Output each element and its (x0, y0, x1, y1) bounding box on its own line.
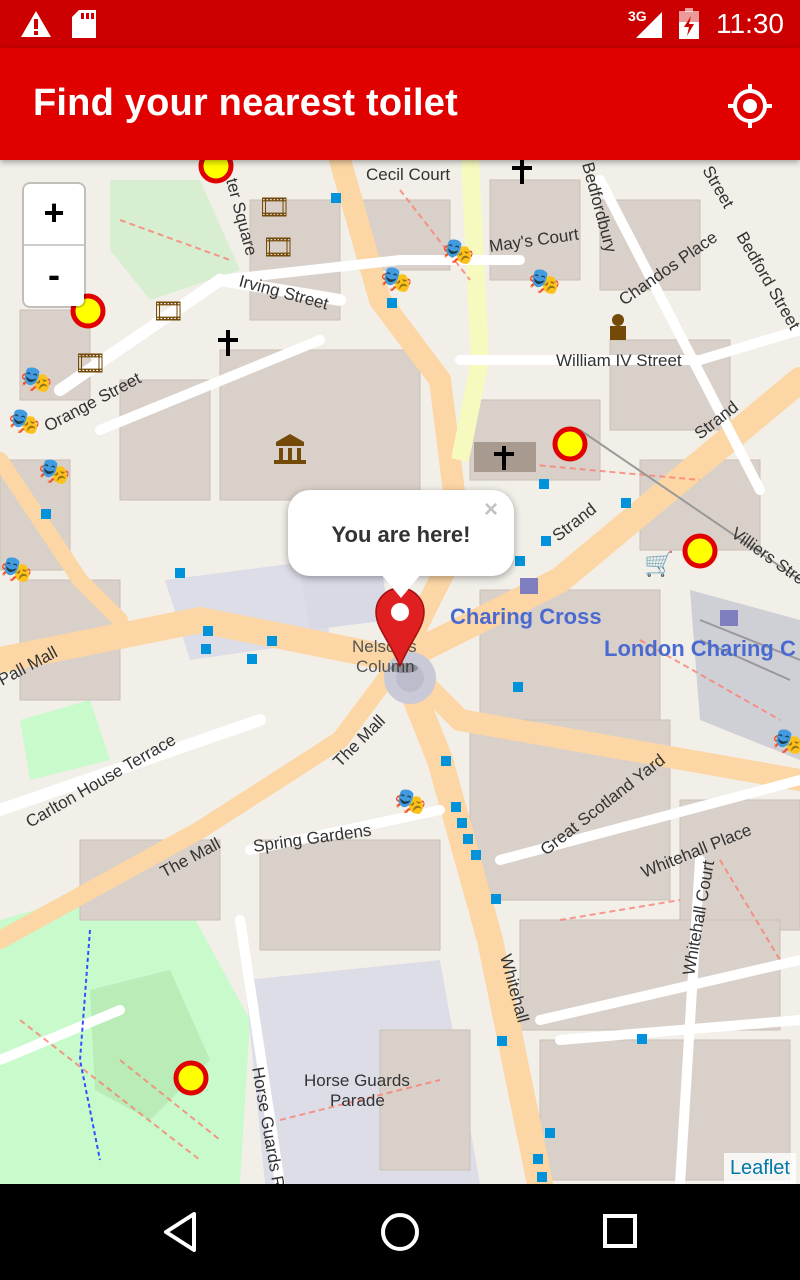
theatre-icon: 🎭 (380, 265, 412, 295)
cinema-icon: 🎞 (74, 349, 107, 379)
toilet-marker[interactable] (198, 160, 234, 184)
street-label: Street (699, 163, 738, 212)
theatre-icon: 🎭 (38, 457, 70, 487)
shop-icon: 🛒 (644, 550, 674, 578)
home-icon[interactable] (378, 1210, 422, 1254)
signal-icon (636, 12, 662, 38)
location-popup: × You are here! (288, 490, 514, 598)
toilet-marker[interactable] (173, 1060, 209, 1096)
theatre-icon: 🎭 (394, 787, 426, 817)
street-label: Cecil Court (366, 165, 450, 184)
warning-icon (21, 11, 51, 37)
street-label: Villiers Street (728, 524, 800, 597)
popup-text: You are here! (331, 522, 471, 547)
sd-card-icon (72, 10, 96, 38)
zoom-out-button[interactable]: - (24, 246, 84, 306)
zoom-in-button[interactable]: + (24, 184, 84, 246)
station-label: Charing Cross (450, 604, 602, 629)
cinema-icon: 🎞 (258, 193, 291, 223)
status-bar: 3G 11:30 (0, 0, 800, 48)
map-tiles[interactable]: 🎞 🎞 🎞 🎞 🎭 🎭 🎭 🎭 🎭 🎭 🎭 🎭 🎭 🛒 Cecil Court … (0, 160, 800, 1184)
zoom-control: + - (24, 184, 84, 306)
battery-charging-icon (679, 8, 699, 39)
street-label: Bedford Street (733, 229, 800, 334)
street-label: William IV Street (556, 351, 682, 370)
theatre-icon: 🎭 (528, 267, 560, 297)
my-location-icon[interactable] (726, 82, 774, 130)
place-label: Parade (330, 1091, 385, 1110)
app-title: Find your nearest toilet (33, 82, 458, 124)
theatre-icon: 🎭 (8, 407, 40, 437)
back-icon[interactable] (160, 1210, 200, 1254)
app-bar: Find your nearest toilet (0, 48, 800, 160)
navigation-bar (0, 1184, 800, 1280)
popup-tip (381, 574, 421, 598)
place-label: Horse Guards (304, 1071, 410, 1090)
theatre-icon: 🎭 (442, 237, 474, 267)
theatre-icon: 🎭 (20, 365, 52, 395)
theatre-icon: 🎭 (0, 555, 32, 585)
toilet-marker[interactable] (552, 426, 588, 462)
toilet-marker[interactable] (682, 533, 718, 569)
station-label: London Charing C (604, 636, 796, 661)
popup-close-button[interactable]: × (484, 496, 498, 524)
theatre-icon: 🎭 (772, 727, 800, 757)
leaflet-link[interactable]: Leaflet (730, 1157, 790, 1179)
map-view[interactable]: 🎞 🎞 🎞 🎞 🎭 🎭 🎭 🎭 🎭 🎭 🎭 🎭 🎭 🛒 Cecil Court … (0, 160, 800, 1184)
clock: 11:30 (716, 8, 784, 39)
cinema-icon: 🎞 (152, 297, 185, 327)
recents-icon[interactable] (600, 1210, 640, 1254)
map-attribution: Leaflet (723, 1153, 796, 1184)
cinema-icon: 🎞 (262, 233, 295, 263)
